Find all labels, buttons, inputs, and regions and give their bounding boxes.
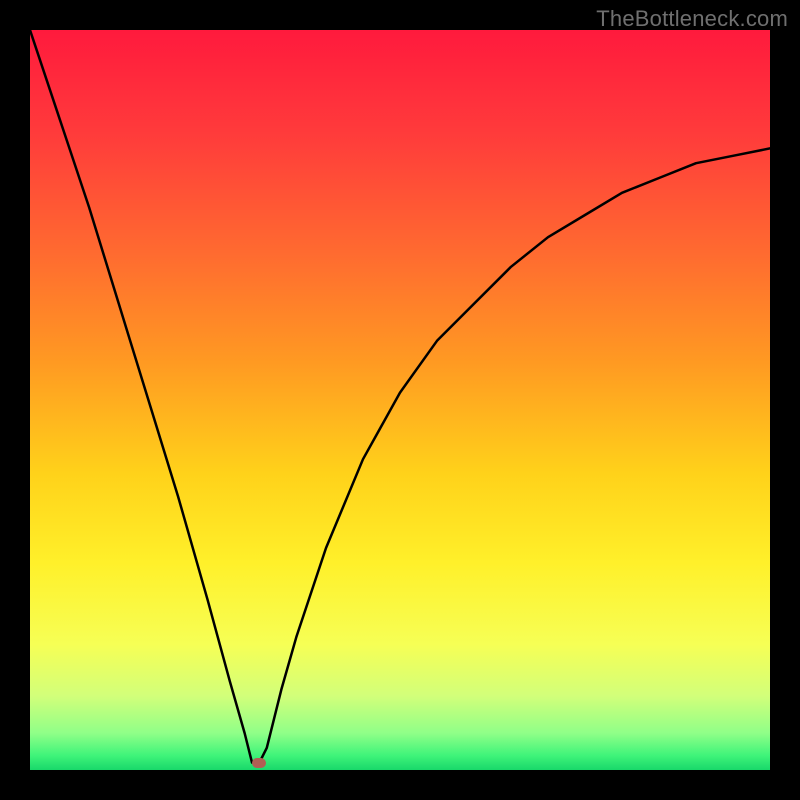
bottleneck-curve: [30, 30, 770, 763]
curve-layer: [30, 30, 770, 770]
plot-area: [30, 30, 770, 770]
chart-frame: TheBottleneck.com: [0, 0, 800, 800]
watermark-text: TheBottleneck.com: [596, 6, 788, 32]
